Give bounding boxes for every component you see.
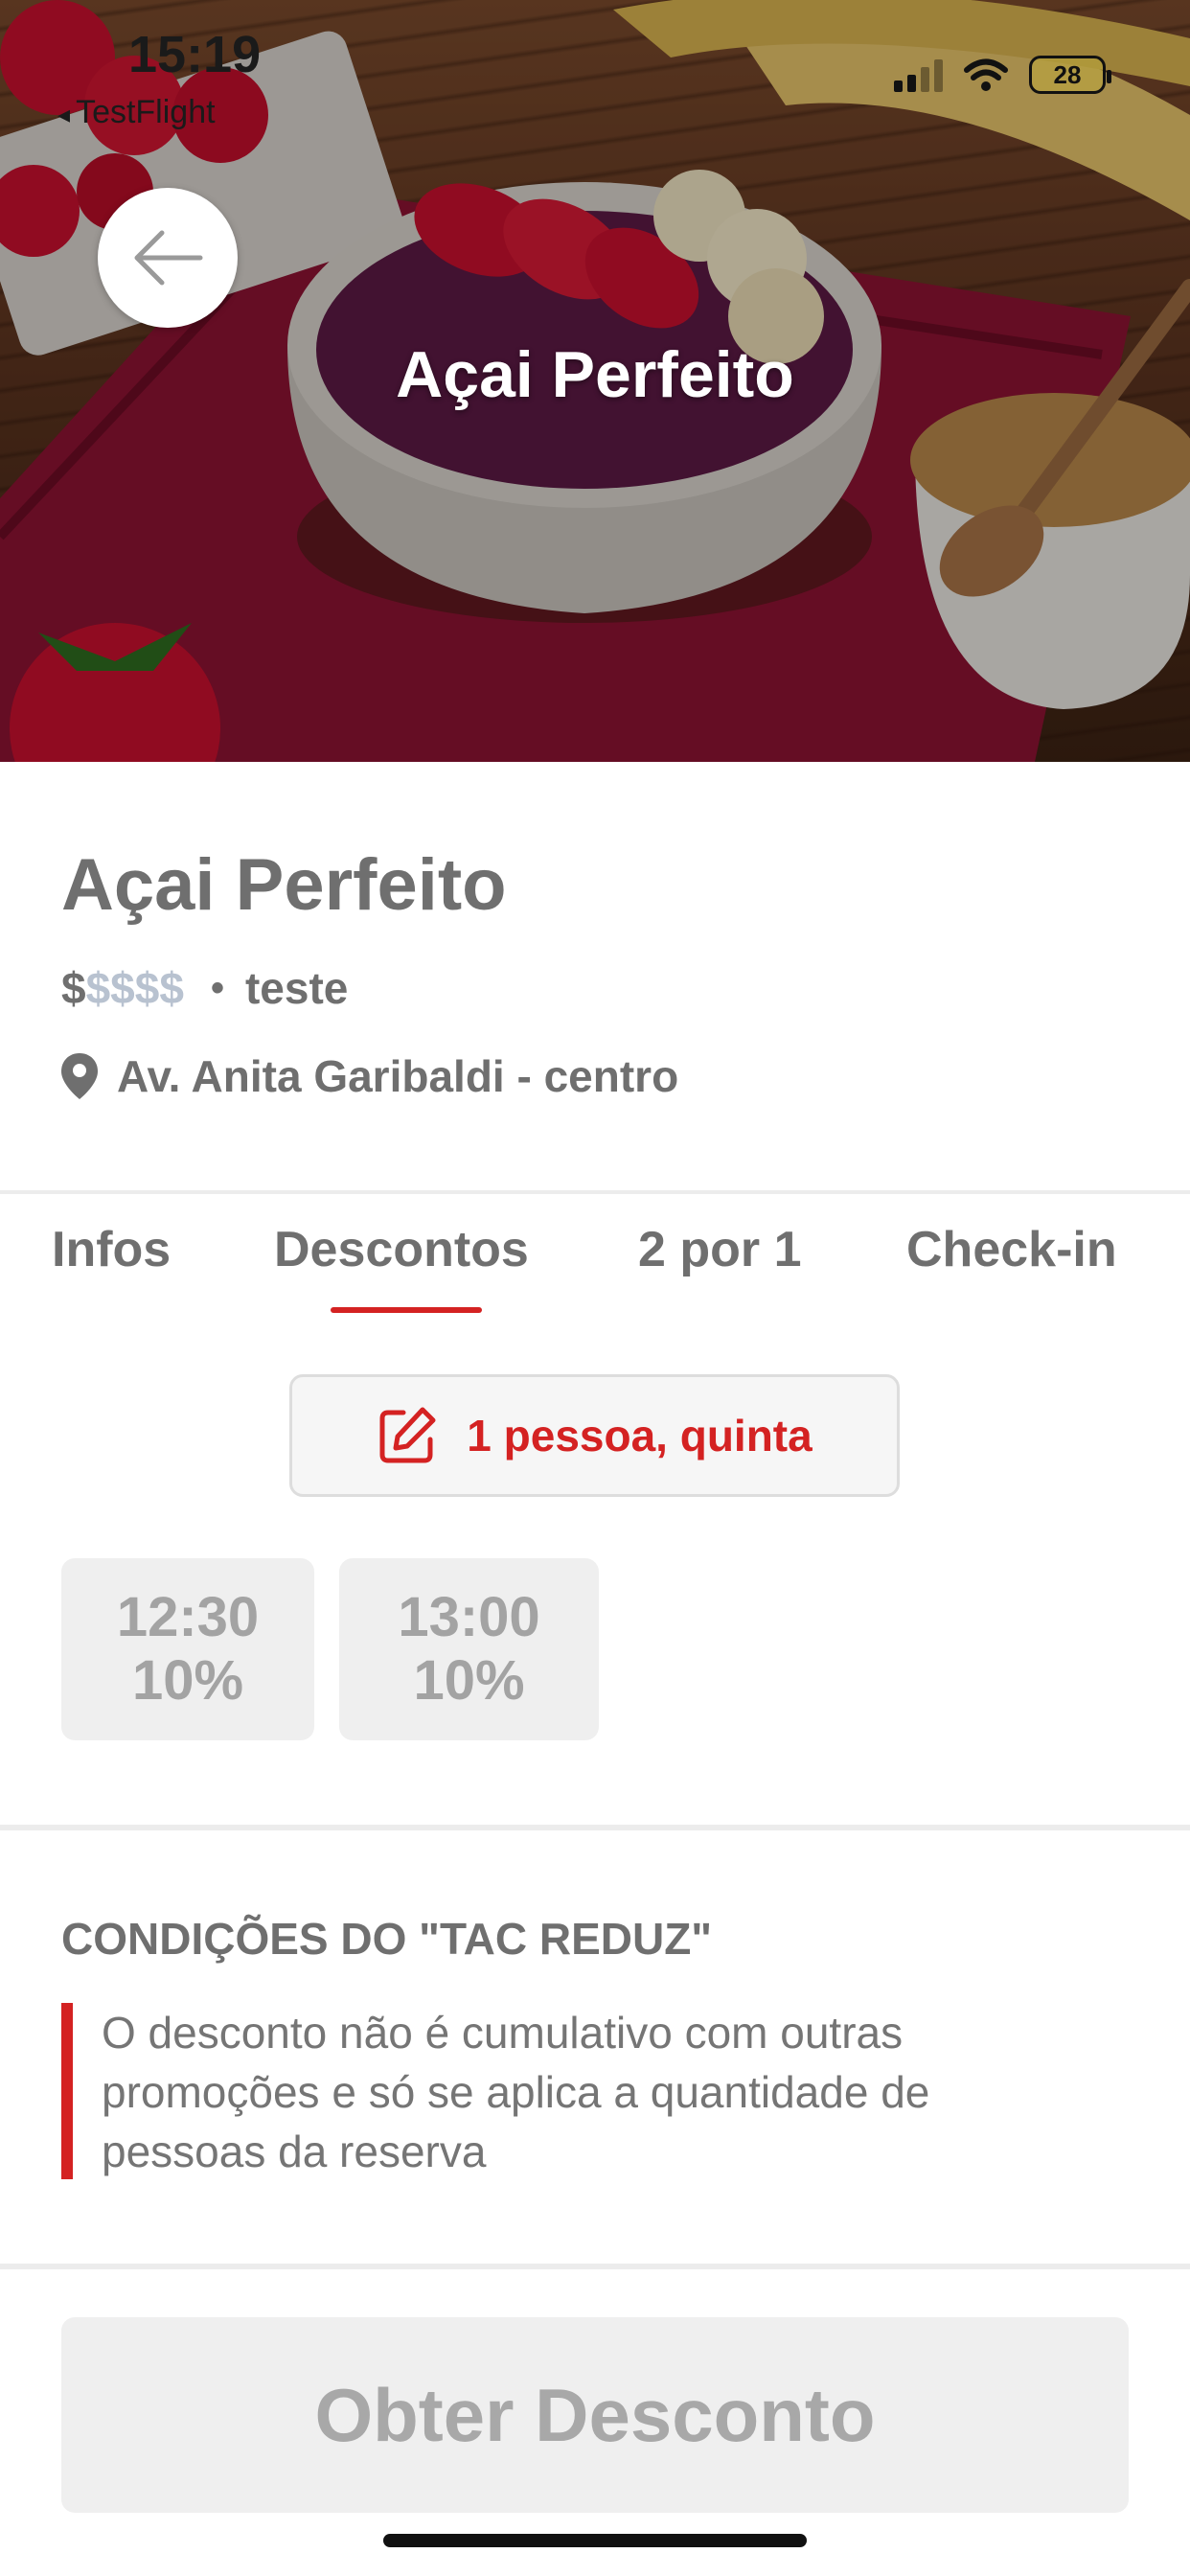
active-tab-indicator	[331, 1307, 482, 1313]
status-time: 15:19	[128, 26, 262, 83]
tab-infos[interactable]: Infos	[52, 1221, 171, 1278]
slot-discount: 10%	[131, 1649, 244, 1712]
back-button[interactable]	[98, 188, 238, 328]
price-category-row: $ $$$$ • teste	[61, 962, 348, 1014]
status-bar: 15:19 ◂ TestFlight 28	[0, 0, 1190, 134]
back-app-label: TestFlight	[76, 94, 216, 130]
restaurant-name: Açai Perfeito	[61, 844, 507, 926]
price-level-inactive: $$$$	[85, 963, 184, 1013]
back-to-app-link[interactable]: ◂ TestFlight	[57, 94, 216, 131]
back-caret-icon: ◂	[57, 100, 71, 128]
arrow-left-icon	[134, 230, 203, 286]
restaurant-address: Av. Anita Garibaldi - centro	[117, 1051, 679, 1101]
address-row: Av. Anita Garibaldi - centro	[59, 1050, 678, 1102]
conditions-accent-bar	[61, 2003, 73, 2179]
battery-level: 28	[1053, 59, 1082, 89]
wifi-icon	[964, 58, 1008, 91]
restaurant-category: teste	[244, 963, 349, 1013]
slot-time: 13:00	[398, 1586, 540, 1648]
section-divider	[0, 1825, 1190, 1830]
conditions-title: CONDIÇÕES DO "TAC REDUZ"	[61, 1914, 713, 1964]
time-slot[interactable]: 13:00 10%	[339, 1558, 599, 1740]
price-level-active: $	[61, 963, 86, 1013]
cellular-signal-icon	[894, 58, 943, 92]
edit-icon	[379, 1407, 436, 1463]
section-divider	[0, 2264, 1190, 2269]
get-discount-button[interactable]: Obter Desconto	[61, 2317, 1129, 2513]
conditions-text: O desconto não é cumulativo com outras p…	[102, 2008, 930, 2176]
tab-bar: Infos Descontos 2 por 1 Check-in	[0, 1200, 1190, 1315]
tab-2-por-1[interactable]: 2 por 1	[638, 1221, 802, 1278]
battery-icon: 28	[1029, 56, 1111, 94]
hero-image: 15:19 ◂ TestFlight 28 Açai Perfeito	[0, 0, 1190, 762]
time-slot[interactable]: 12:30 10%	[61, 1558, 314, 1740]
home-indicator	[383, 2534, 807, 2547]
status-icons: 28	[894, 56, 1111, 94]
tab-check-in[interactable]: Check-in	[906, 1221, 1117, 1278]
divider	[0, 1190, 1190, 1194]
slot-discount: 10%	[413, 1649, 525, 1712]
separator-dot: •	[210, 966, 224, 1009]
hero-title: Açai Perfeito	[396, 338, 794, 411]
slot-time: 12:30	[116, 1586, 260, 1648]
filter-label: 1 pessoa, quinta	[467, 1411, 812, 1460]
map-pin-icon	[61, 1053, 98, 1099]
reservation-filter-button[interactable]: 1 pessoa, quinta	[289, 1374, 900, 1497]
tab-descontos[interactable]: Descontos	[274, 1221, 529, 1278]
